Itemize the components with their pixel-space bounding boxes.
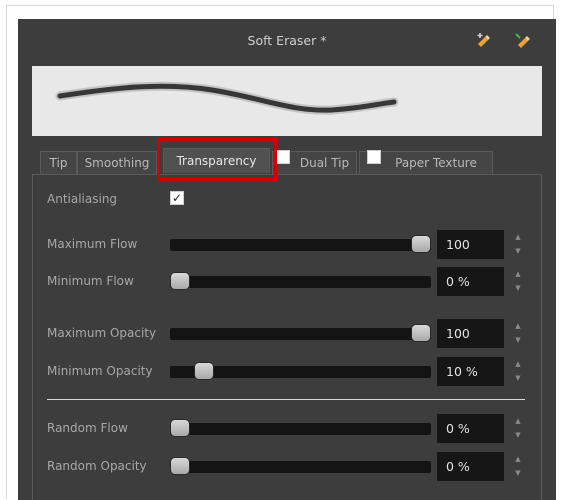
minimum-opacity-spinner[interactable]: ▲ ▼ xyxy=(513,357,523,385)
maximum-opacity-label: Maximum Opacity xyxy=(47,326,157,340)
spin-down-icon[interactable]: ▼ xyxy=(513,466,523,480)
minimum-flow-slider[interactable] xyxy=(170,272,431,290)
antialiasing-label: Antialiasing xyxy=(47,192,118,206)
spin-up-icon[interactable]: ▲ xyxy=(513,230,523,244)
tab-dual-tip-label: Dual Tip xyxy=(299,156,350,170)
maximum-opacity-spinner[interactable]: ▲ ▼ xyxy=(513,319,523,347)
minimum-flow-spinner[interactable]: ▲ ▼ xyxy=(513,267,523,295)
section-divider xyxy=(47,399,525,400)
brush-properties-panel: Soft Eraser * Tip Smoothing Transparency… xyxy=(18,19,556,500)
paper-texture-checkbox[interactable] xyxy=(367,150,381,164)
tab-transparency[interactable]: Transparency xyxy=(163,148,270,173)
antialiasing-checkbox[interactable]: ✓ xyxy=(170,191,184,205)
maximum-flow-input[interactable]: 100 xyxy=(437,230,504,259)
spin-up-icon[interactable]: ▲ xyxy=(513,452,523,466)
spin-down-icon[interactable]: ▼ xyxy=(513,428,523,442)
minimum-opacity-slider[interactable] xyxy=(170,362,431,380)
new-preset-icon[interactable] xyxy=(472,29,494,51)
random-opacity-slider-handle[interactable] xyxy=(170,457,190,475)
random-flow-input[interactable]: 0 % xyxy=(437,414,504,443)
spin-up-icon[interactable]: ▲ xyxy=(513,414,523,428)
random-opacity-input[interactable]: 0 % xyxy=(437,452,504,481)
spin-up-icon[interactable]: ▲ xyxy=(513,319,523,333)
spin-down-icon[interactable]: ▼ xyxy=(513,371,523,385)
spin-down-icon[interactable]: ▼ xyxy=(513,281,523,295)
spin-down-icon[interactable]: ▼ xyxy=(513,244,523,258)
maximum-flow-spinner[interactable]: ▲ ▼ xyxy=(513,230,523,258)
tab-paper-texture-label: Paper Texture xyxy=(395,156,477,170)
maximum-opacity-slider-handle[interactable] xyxy=(411,324,431,342)
tab-tip[interactable]: Tip xyxy=(40,151,77,174)
random-flow-spinner[interactable]: ▲ ▼ xyxy=(513,414,523,442)
random-opacity-slider[interactable] xyxy=(170,457,431,475)
spin-up-icon[interactable]: ▲ xyxy=(513,267,523,281)
minimum-opacity-label: Minimum Opacity xyxy=(47,364,153,378)
brush-stroke-preview-image xyxy=(55,81,399,115)
minimum-flow-label: Minimum Flow xyxy=(47,274,134,288)
new-brush-icon[interactable] xyxy=(511,29,533,51)
minimum-flow-slider-handle[interactable] xyxy=(170,272,190,290)
maximum-opacity-input[interactable]: 100 xyxy=(437,319,504,348)
random-flow-slider-handle[interactable] xyxy=(170,419,190,437)
maximum-flow-slider-handle[interactable] xyxy=(411,235,431,253)
random-flow-label: Random Flow xyxy=(47,421,128,435)
maximum-flow-slider[interactable] xyxy=(170,235,431,253)
spin-up-icon[interactable]: ▲ xyxy=(513,357,523,371)
stroke-preview xyxy=(32,66,542,136)
maximum-flow-label: Maximum Flow xyxy=(47,237,138,251)
random-opacity-spinner[interactable]: ▲ ▼ xyxy=(513,452,523,480)
random-opacity-label: Random Opacity xyxy=(47,459,147,473)
spin-down-icon[interactable]: ▼ xyxy=(513,333,523,347)
tab-smoothing[interactable]: Smoothing xyxy=(77,151,157,174)
maximum-opacity-slider[interactable] xyxy=(170,324,431,342)
transparency-settings: Antialiasing ✓ Maximum Flow 100 ▲ ▼ Mini… xyxy=(32,174,542,500)
random-flow-slider[interactable] xyxy=(170,419,431,437)
minimum-opacity-input[interactable]: 10 % xyxy=(437,357,504,386)
dual-tip-checkbox[interactable] xyxy=(276,150,290,164)
minimum-flow-input[interactable]: 0 % xyxy=(437,267,504,296)
minimum-opacity-slider-handle[interactable] xyxy=(194,362,214,380)
